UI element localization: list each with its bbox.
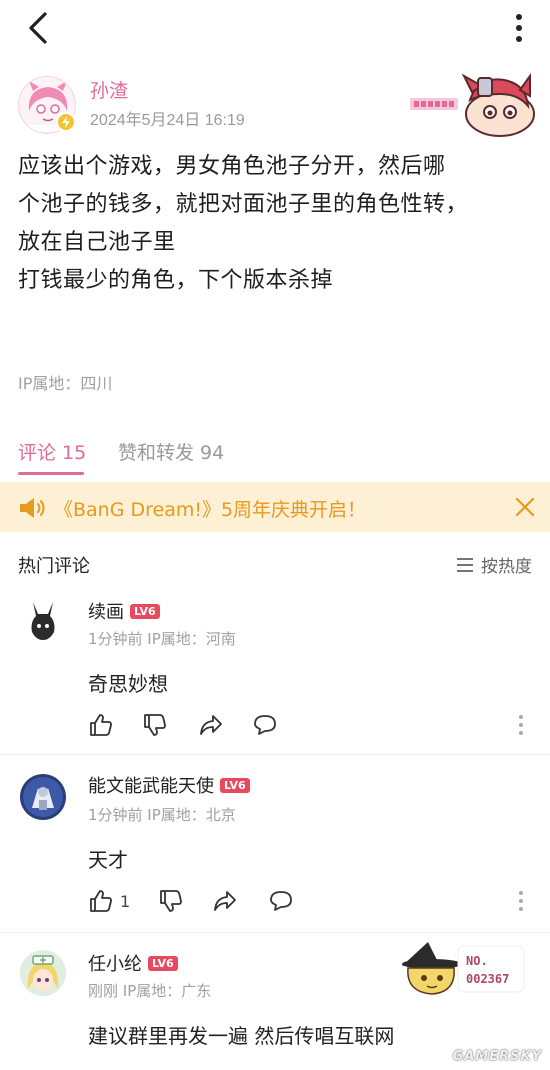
comment-text: 奇思妙想 — [88, 672, 168, 696]
post-ip-location: IP属地：四川 — [18, 374, 113, 393]
level-badge: LV6 — [148, 956, 178, 971]
post-line: 打钱最少的角色，下个版本杀掉 — [18, 268, 334, 293]
menu-lines-icon — [457, 557, 473, 572]
divider — [0, 932, 550, 933]
close-icon[interactable] — [512, 494, 538, 520]
comment-meta: 1分钟前 IP属地：北京 — [88, 806, 236, 824]
divider — [0, 754, 550, 755]
announcement-banner[interactable]: 《BanG Dream!》5周年庆典开启！ — [0, 482, 550, 532]
tab-likes-reposts[interactable]: 赞和转发 94 — [118, 438, 224, 465]
post-line: 个池子的钱多，就把对面池子里的角色性转， — [18, 192, 469, 217]
sort-button[interactable]: 按热度 — [455, 552, 532, 577]
tab-comments[interactable]: 评论 15 — [18, 438, 86, 465]
commenter-name-text: 能文能武能天使 — [88, 776, 214, 797]
commenter-avatar[interactable] — [20, 950, 66, 996]
comment-text: 天才 — [88, 848, 128, 872]
commenter-avatar[interactable] — [20, 598, 66, 644]
share-button[interactable] — [212, 886, 238, 916]
dislike-button[interactable] — [142, 710, 168, 740]
commenter-avatar[interactable] — [20, 774, 66, 820]
comment-bubble-icon — [254, 715, 276, 735]
author-name[interactable]: 孙渣 — [90, 76, 128, 103]
speaker-icon — [20, 498, 45, 518]
share-icon — [214, 891, 236, 911]
commenter-name-text: 续画 — [88, 602, 124, 623]
back-button[interactable] — [18, 8, 58, 48]
comment-item: 续画 LV6 1分钟前 IP属地：河南 奇思妙想 — [0, 590, 550, 750]
share-button[interactable] — [198, 710, 224, 740]
commenter-name-text: 任小纶 — [88, 954, 142, 975]
comment-decoration-sticker: NO. 002367 — [398, 940, 528, 1000]
thumbs-up-icon — [90, 890, 112, 912]
sticker-number: 002367 — [466, 972, 510, 986]
post-timestamp: 2024年5月24日 16:19 — [90, 112, 245, 129]
comment-actions: 1 — [88, 886, 538, 916]
post-line: 放在自己池子里 — [18, 230, 176, 255]
thumbs-down-icon — [160, 890, 182, 912]
commenter-name[interactable]: 能文能武能天使 LV6 — [88, 772, 250, 798]
comment-actions — [88, 710, 538, 740]
comment-text: 建议群里再发一遍 然后传唱互联网 — [88, 1024, 395, 1048]
reply-button[interactable] — [252, 710, 278, 740]
sort-label: 按热度 — [481, 557, 532, 577]
comment-meta: 刚刚 IP属地：广东 — [88, 982, 212, 1000]
more-vertical-icon[interactable] — [516, 889, 526, 913]
commenter-name[interactable]: 续画 LV6 — [88, 598, 160, 624]
reply-button[interactable] — [268, 886, 294, 916]
post-line: 应该出个游戏，男女角色池子分开，然后哪 — [18, 154, 446, 179]
more-vertical-icon[interactable] — [516, 713, 526, 737]
level-badge: LV6 — [220, 778, 250, 793]
thumbs-up-icon — [90, 714, 112, 736]
section-title: 热门评论 — [18, 556, 90, 577]
post-header: 孙渣 2024年5月24日 16:19 — [0, 68, 550, 140]
hot-comments-header: 热门评论 按热度 — [0, 548, 550, 582]
comment-item: 能文能武能天使 LV6 1分钟前 IP属地：北京 天才 1 — [0, 764, 550, 924]
more-options-button[interactable] — [504, 8, 534, 48]
like-button[interactable] — [88, 710, 114, 740]
more-vertical-icon — [516, 14, 522, 42]
active-tab-indicator — [18, 472, 84, 475]
share-icon — [200, 715, 222, 735]
thumbs-down-icon — [144, 714, 166, 736]
commenter-name[interactable]: 任小纶 LV6 — [88, 950, 178, 976]
decoration-sticker — [408, 70, 538, 140]
post-content: 应该出个游戏，男女角色池子分开，然后哪 个池子的钱多，就把对面池子里的角色性转，… — [18, 148, 538, 300]
like-count: 1 — [120, 891, 131, 911]
chevron-left-icon — [29, 12, 47, 44]
level-badge: LV6 — [130, 604, 160, 619]
top-bar — [0, 0, 550, 56]
post-tabs: 评论 15 赞和转发 94 — [0, 430, 550, 475]
comment-bubble-icon — [270, 891, 292, 911]
like-button[interactable]: 1 — [88, 886, 130, 916]
dislike-button[interactable] — [158, 886, 184, 916]
comment-meta: 1分钟前 IP属地：河南 — [88, 630, 236, 648]
verified-badge-icon — [56, 112, 76, 132]
watermark: GAMERSKY — [452, 1049, 542, 1064]
banner-text[interactable]: 《BanG Dream!》5周年庆典开启！ — [54, 495, 366, 522]
sticker-number-label: NO. — [466, 954, 488, 968]
